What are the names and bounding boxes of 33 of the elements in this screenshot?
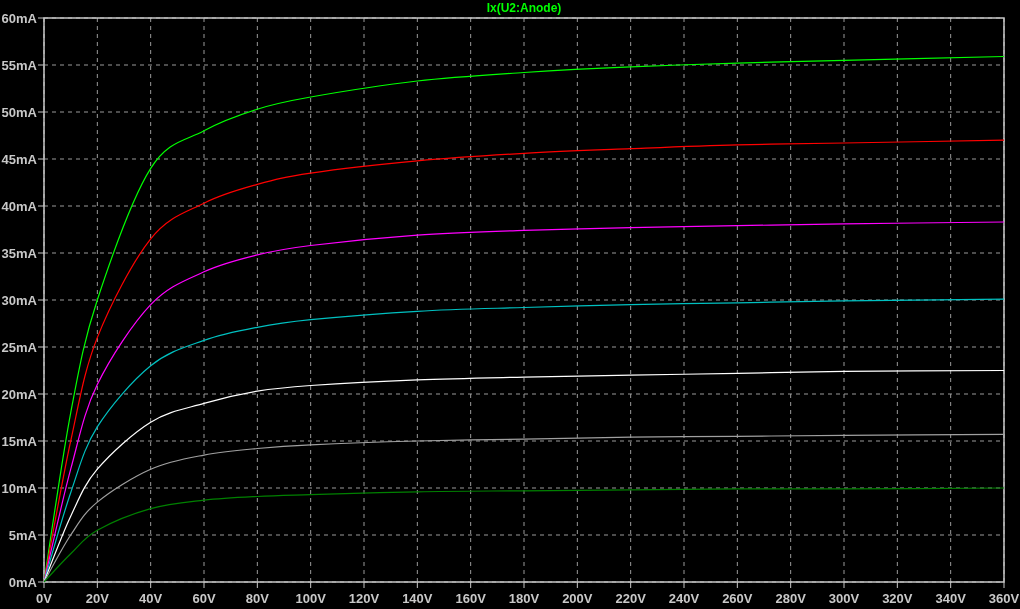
x-tick-label: 280V (775, 591, 806, 606)
x-tick-label: 220V (615, 591, 646, 606)
x-tick-label: 20V (85, 591, 109, 606)
y-tick-label: 30mA (1, 293, 37, 308)
y-tick-label: 40mA (1, 199, 37, 214)
x-tick-label: 140V (402, 591, 433, 606)
y-tick-label: 15mA (1, 434, 37, 449)
x-tick-label: 100V (295, 591, 326, 606)
x-tick-label: 60V (192, 591, 216, 606)
chart-title: Ix(U2:Anode) (486, 1, 562, 15)
x-tick-label: 80V (245, 591, 269, 606)
y-tick-label: 55mA (1, 58, 37, 73)
y-tick-label: 60mA (1, 11, 37, 26)
x-tick-label: 360V (988, 591, 1020, 606)
x-tick-label: 320V (882, 591, 913, 606)
y-tick-label: 5mA (8, 528, 37, 543)
x-tick-label: 40V (139, 591, 163, 606)
x-tick-label: 340V (935, 591, 966, 606)
x-tick-label: 0V (36, 591, 52, 606)
x-tick-label: 180V (508, 591, 540, 606)
y-tick-label: 0mA (8, 575, 37, 590)
y-tick-label: 35mA (1, 246, 37, 261)
y-tick-label: 25mA (1, 340, 37, 355)
y-tick-label: 20mA (1, 387, 37, 402)
x-tick-label: 200V (562, 591, 593, 606)
x-tick-label: 160V (455, 591, 486, 606)
x-tick-label: 120V (348, 591, 380, 606)
y-tick-label: 50mA (1, 105, 37, 120)
x-tick-label: 300V (828, 591, 860, 606)
x-tick-label: 240V (668, 591, 700, 606)
y-tick-label: 45mA (1, 152, 37, 167)
y-tick-label: 10mA (1, 481, 37, 496)
x-tick-label: 260V (722, 591, 753, 606)
